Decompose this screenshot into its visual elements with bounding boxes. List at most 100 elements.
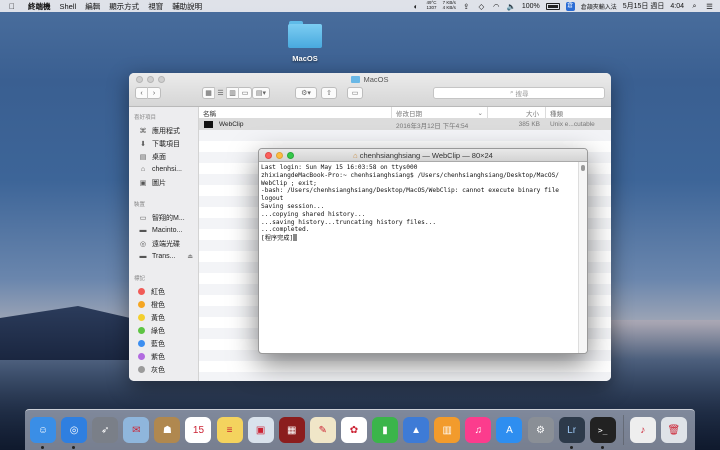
dock-numbers[interactable]: ▮ (372, 417, 399, 443)
tag-color-dot (138, 301, 145, 308)
dock-preview[interactable]: ▣ (247, 417, 274, 443)
column-header-date[interactable]: 修改日期 ⌄ (392, 106, 488, 119)
file-row-webclip[interactable]: WebClip 2016年3月12日 下午4:54 385 KB Unix e.… (199, 119, 611, 130)
column-header-kind[interactable]: 種類 (546, 107, 609, 119)
input-flag-icon[interactable]: 倉 (565, 1, 575, 11)
finder-search-field[interactable]: ⌕ 搜尋 (433, 87, 605, 99)
input-method-label[interactable]: 倉頡夾輸入法 (581, 2, 617, 11)
menu-shell[interactable]: Shell (60, 2, 77, 11)
dock-safari[interactable]: ◎ (61, 417, 88, 449)
cover-flow-button[interactable]: ▭ (239, 87, 251, 99)
sidebar-item-applications[interactable]: ⌘ 應用程式 (129, 124, 198, 137)
dock-photo-booth[interactable]: ▦ (278, 417, 305, 443)
list-view-button[interactable]: ☰ (215, 87, 227, 99)
volume-icon[interactable]: 🔈 (507, 2, 516, 11)
menu-edit[interactable]: 編輯 (85, 1, 100, 12)
app-store-icon: A (506, 424, 513, 436)
wifi-icon[interactable]: ◠ (492, 2, 501, 11)
icon-view-button[interactable]: ▦ (203, 87, 215, 99)
sidebar-item-remote-disc[interactable]: ◎ 遠端光碟 (129, 237, 198, 250)
empty-row (199, 361, 611, 372)
sidebar-tags-header: 標記 (134, 276, 146, 282)
dock-keynote[interactable]: ▲ (403, 417, 430, 443)
sidebar-tag-red[interactable]: 紅色 (129, 285, 198, 298)
dock-textedit[interactable]: ✎ (309, 417, 336, 443)
battery-percent[interactable]: 100% (522, 3, 540, 10)
back-button[interactable]: ‹ (136, 87, 148, 99)
tags-button[interactable]: ▭ (347, 87, 363, 99)
spotlight-search-icon[interactable]: ⌕ (690, 1, 699, 11)
dock-photos[interactable]: ✿ (340, 417, 367, 443)
dock-terminal[interactable]: >_ (589, 417, 616, 449)
share-button[interactable]: ⇧ (321, 87, 337, 99)
sidebar-tag-yellow[interactable]: 黃色 (129, 311, 198, 324)
action-button[interactable]: ⚙▾ (295, 87, 317, 99)
sidebar-tag-gray[interactable]: 灰色 (129, 363, 198, 376)
dock-itunes[interactable]: ♫ (465, 417, 492, 443)
forward-button[interactable]: › (148, 87, 160, 99)
dropbox-icon[interactable]: ◇ (477, 2, 486, 11)
menu-app-name[interactable]: 終端機 (28, 1, 51, 12)
sidebar-tag-label: 紫色 (151, 353, 165, 361)
menu-view[interactable]: 顯示方式 (109, 1, 139, 12)
sidebar-item-computer[interactable]: ▭ 智翔的M... (129, 211, 198, 224)
sidebar-tag-orange[interactable]: 橙色 (129, 298, 198, 311)
notification-center-icon[interactable]: ☰ (705, 2, 714, 11)
sidebar-item-label: 下載項目 (152, 140, 180, 148)
finder-sidebar: 喜好項目 ⌘ 應用程式 ⬇ 下載項目 ▤ 桌面 ⌂ chenhsi... ▣ 圖片 裝置 … (129, 107, 199, 381)
disk-icon: ▬ (139, 253, 147, 260)
dock-ibooks[interactable]: ▥ (434, 417, 461, 443)
column-header-name[interactable]: 名稱 (199, 106, 392, 119)
sidebar-tag-green[interactable]: 綠色 (129, 324, 198, 337)
column-view-button[interactable]: ▥ (227, 87, 239, 99)
dock-system-preferences[interactable]: ⚙ (527, 417, 554, 443)
sidebar-item-macintosh-hd[interactable]: ▬ Macinto... (129, 224, 198, 237)
apple-menu-icon[interactable]:  (6, 2, 18, 11)
battery-icon[interactable] (545, 2, 560, 10)
menubar-time[interactable]: 4:04 (670, 3, 684, 10)
share-icon[interactable]: ⇪ (462, 2, 471, 11)
calendar-icon: 15 (192, 424, 205, 436)
dock-finder[interactable]: ☺ (30, 417, 56, 449)
running-indicator (569, 446, 573, 449)
temp-monitor[interactable]: 49°C 1307 (427, 1, 437, 10)
dock-calendar[interactable]: 15 (185, 417, 212, 443)
column-header-size[interactable]: 大小 (488, 106, 546, 119)
sidebar-tag-blue[interactable]: 藍色 (129, 337, 198, 350)
lightroom-icon: Lr (567, 424, 577, 436)
terminal-titlebar: ⌂ chenhsianghsiang — WebClip — 80×24 (259, 149, 587, 162)
half-moon-icon[interactable]: ◐ (412, 2, 421, 11)
column-header-date-label: 修改日期 (396, 110, 422, 118)
dock-app-store[interactable]: A (496, 417, 523, 443)
menu-bar:  終端機 Shell 編輯 顯示方式 視窗 輔助說明 ◐ 49°C1307 7… (0, 0, 720, 12)
sidebar-item-pictures[interactable]: ▣ 圖片 (129, 176, 198, 189)
sidebar-item-label: 應用程式 (152, 127, 180, 135)
dock-notes[interactable]: ≡ (216, 417, 243, 443)
sidebar-item-label: 桌面 (152, 153, 166, 161)
dock-launchpad[interactable]: ➶ (92, 417, 119, 443)
arrange-button[interactable]: ▤▾ (252, 87, 270, 99)
tag-color-dot (138, 314, 145, 321)
network-monitor[interactable]: 7 KB/s 4 KB/s (443, 1, 456, 10)
dock-contacts[interactable]: ☗ (154, 417, 181, 443)
eject-icon[interactable]: ⏏ (187, 253, 193, 260)
desktop-folder-macos[interactable]: MacOS (283, 20, 327, 63)
menubar-date[interactable]: 5月15日 週日 (623, 1, 665, 11)
scrollbar-thumb[interactable] (581, 165, 585, 171)
desktop-icon: ▤ (139, 153, 147, 161)
net-down-value: 4 KB/s (442, 5, 456, 10)
menu-window[interactable]: 視窗 (148, 1, 163, 12)
sidebar-tag-purple[interactable]: 紫色 (129, 350, 198, 363)
dock-music-folder[interactable]: ♪ (629, 417, 656, 443)
dock-lightroom[interactable]: Lr (558, 417, 585, 449)
sidebar-item-home[interactable]: ⌂ chenhsi... (129, 163, 198, 176)
dock-mail-stamp[interactable]: ✉ (123, 417, 150, 443)
sidebar-item-transcend[interactable]: ▬ Trans... ⏏ (129, 250, 198, 263)
menu-help[interactable]: 輔助說明 (172, 1, 202, 12)
sidebar-item-downloads[interactable]: ⬇ 下載項目 (129, 137, 198, 150)
sidebar-item-desktop[interactable]: ▤ 桌面 (129, 150, 198, 163)
terminal-scrollbar[interactable] (578, 162, 587, 353)
dock-trash[interactable]: 🗑 (660, 417, 687, 443)
terminal-output[interactable]: Last login: Sun May 15 16:03:58 on ttys0… (261, 164, 577, 353)
file-date: 2016年3月12日 下午4:54 (396, 122, 469, 130)
